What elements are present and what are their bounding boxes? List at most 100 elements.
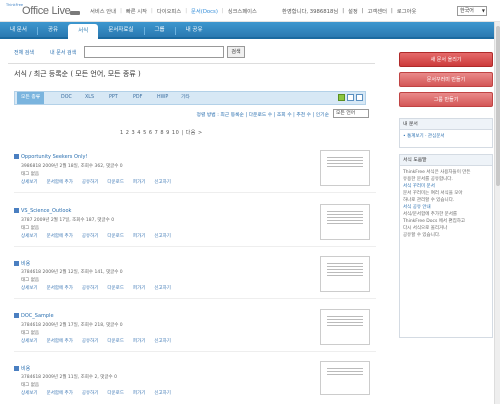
embed-link[interactable]: 퍼가기: [133, 179, 145, 185]
doc-actions: 상세보기 문서함에 추가 공유하기 다운로드 퍼가기 신고하기: [21, 285, 171, 291]
thumbnail-view-icon[interactable]: [356, 94, 363, 101]
filter-ppt[interactable]: PPT: [109, 92, 118, 104]
download-link[interactable]: 다운로드: [107, 233, 124, 239]
search-my-tab[interactable]: 내 문서 검색: [50, 49, 76, 56]
create-bundle-button[interactable]: 문서꾸러미 만들기: [399, 72, 493, 87]
pagination[interactable]: 1 2 3 4 5 6 7 8 9 10 | 다음 >: [120, 129, 203, 136]
doc-title-text: Opportunity Seekers Only!: [21, 154, 88, 160]
nav-separator: |: [391, 8, 393, 14]
add-to-folder-link[interactable]: 문서함에 추가: [47, 390, 73, 396]
doc-title-link[interactable]: VS_Science_Outlook: [14, 208, 71, 214]
search-input[interactable]: [84, 46, 224, 58]
help-subheading[interactable]: 서식 공유 안내: [403, 204, 489, 211]
doc-title-text: VS_Science_Outlook: [21, 208, 72, 214]
filter-doc[interactable]: DOC: [61, 92, 72, 104]
doc-thumbnail[interactable]: [320, 256, 370, 292]
divider: [14, 192, 376, 193]
scrollbar-thumb[interactable]: [496, 26, 500, 186]
tab-my-shared[interactable]: 내 공유: [176, 22, 213, 39]
filter-xls[interactable]: XLS: [85, 92, 94, 104]
detail-link[interactable]: 상세보기: [21, 179, 38, 185]
download-link[interactable]: 다운로드: [107, 338, 124, 344]
app-logo[interactable]: ThinkFree Office Live: [6, 3, 80, 19]
top-nav-myoffice[interactable]: 다이오피스: [157, 7, 181, 15]
nav-separator: |: [361, 8, 364, 14]
add-to-folder-link[interactable]: 문서함에 추가: [47, 233, 73, 239]
create-group-button[interactable]: 그룹 만들기: [399, 92, 493, 107]
tab-shared[interactable]: 공유: [38, 22, 68, 39]
doc-title-text: 비용: [21, 366, 31, 372]
tab-library[interactable]: 문서자료실: [98, 22, 143, 39]
embed-link[interactable]: 퍼가기: [133, 390, 145, 396]
share-link[interactable]: 공유하기: [82, 338, 99, 344]
detail-link[interactable]: 상세보기: [21, 233, 38, 239]
tab-groups[interactable]: 그룹: [145, 22, 175, 39]
download-link[interactable]: 다운로드: [107, 390, 124, 396]
filter-hwp[interactable]: HWP: [157, 92, 168, 104]
doc-thumbnail[interactable]: [320, 150, 370, 186]
divider: [14, 298, 376, 299]
top-nav-syncspace[interactable]: 싱크스페이스: [228, 7, 257, 15]
add-to-folder-link[interactable]: 문서함에 추가: [47, 338, 73, 344]
language-select[interactable]: 한국어 ▼: [457, 6, 487, 16]
upload-document-button[interactable]: 새 문서 올리기: [399, 52, 493, 67]
doc-title-link[interactable]: 비용: [14, 365, 30, 372]
tab-templates[interactable]: 서식: [68, 24, 99, 39]
share-link[interactable]: 공유하기: [82, 285, 99, 291]
filter-all[interactable]: 모든 종류: [17, 92, 45, 104]
report-link[interactable]: 신고하기: [154, 338, 171, 344]
grid-view-icon[interactable]: [347, 94, 354, 101]
share-link[interactable]: 공유하기: [82, 179, 99, 185]
add-to-folder-link[interactable]: 문서함에 추가: [47, 285, 73, 291]
filter-pdf[interactable]: PDF: [133, 92, 142, 104]
help-subheading[interactable]: 서식 꾸러미 문서: [403, 183, 489, 190]
download-link[interactable]: 다운로드: [107, 285, 124, 291]
detail-link[interactable]: 상세보기: [21, 338, 38, 344]
logout-link[interactable]: 로그아웃: [397, 7, 417, 15]
welcome-text: 환영합니다, 3986818님: [282, 9, 339, 15]
doc-thumbnail[interactable]: [320, 309, 370, 345]
doc-thumbnail[interactable]: [320, 361, 370, 395]
embed-link[interactable]: 퍼가기: [133, 285, 145, 291]
help-line: 서식/문서함에 추가한 문서를: [403, 212, 458, 217]
report-link[interactable]: 신고하기: [154, 179, 171, 185]
filter-other[interactable]: 기타: [181, 92, 190, 104]
sort-row: 정렬 방법 : 최근 등록순 | 다운로드 수 | 조회 수 | 추천 수 | …: [14, 108, 375, 120]
settings-link[interactable]: 설정: [348, 7, 358, 15]
language-value: 한국어: [460, 8, 474, 14]
detail-link[interactable]: 상세보기: [21, 390, 38, 396]
report-link[interactable]: 신고하기: [154, 285, 171, 291]
support-link[interactable]: 고객센터: [368, 7, 388, 15]
doc-title-link[interactable]: DOC_Sample: [14, 313, 54, 319]
add-to-folder-link[interactable]: 문서함에 추가: [47, 179, 73, 185]
document-icon: [14, 261, 19, 266]
top-nav: 서비스 안내 | 빠른 시작 | 다이오피스 | 문서(Docs) | 싱크스페…: [90, 7, 257, 15]
top-bar: ThinkFree Office Live 서비스 안내 | 빠른 시작 | 다…: [0, 0, 500, 22]
search-button[interactable]: 검색: [227, 46, 245, 58]
list-view-icon[interactable]: [338, 94, 345, 101]
report-link[interactable]: 신고하기: [154, 233, 171, 239]
sort-links[interactable]: 정렬 방법 : 최근 등록순 | 다운로드 수 | 조회 수 | 추천 수 | …: [197, 111, 329, 118]
doc-thumbnail[interactable]: [320, 204, 370, 240]
divider: [8, 63, 375, 64]
vertical-scrollbar[interactable]: [494, 22, 500, 404]
doc-actions: 상세보기 문서함에 추가 공유하기 다운로드 퍼가기 신고하기: [21, 338, 171, 344]
doc-actions: 상세보기 문서함에 추가 공유하기 다운로드 퍼가기 신고하기: [21, 179, 171, 185]
download-link[interactable]: 다운로드: [107, 179, 124, 185]
logo-small-text: ThinkFree: [6, 3, 24, 7]
top-nav-service[interactable]: 서비스 안내: [90, 7, 116, 15]
search-all-tab[interactable]: 전체 검색: [14, 49, 34, 56]
doc-title-link[interactable]: 비용: [14, 260, 30, 267]
report-link[interactable]: 신고하기: [154, 390, 171, 396]
share-link[interactable]: 공유하기: [82, 233, 99, 239]
tab-my-docs[interactable]: 내 문서: [0, 22, 37, 39]
share-link[interactable]: 공유하기: [82, 390, 99, 396]
doc-title-link[interactable]: Opportunity Seekers Only!: [14, 154, 87, 160]
top-nav-docs[interactable]: 문서(Docs): [191, 7, 218, 15]
top-nav-quickstart[interactable]: 빠른 시작: [126, 7, 147, 15]
embed-link[interactable]: 퍼가기: [133, 233, 145, 239]
detail-link[interactable]: 상세보기: [21, 285, 38, 291]
stats-link[interactable]: • 통계보기 · 관심문서: [403, 134, 445, 139]
language-filter-select[interactable]: 모든 언어: [333, 109, 369, 118]
embed-link[interactable]: 퍼가기: [133, 338, 145, 344]
